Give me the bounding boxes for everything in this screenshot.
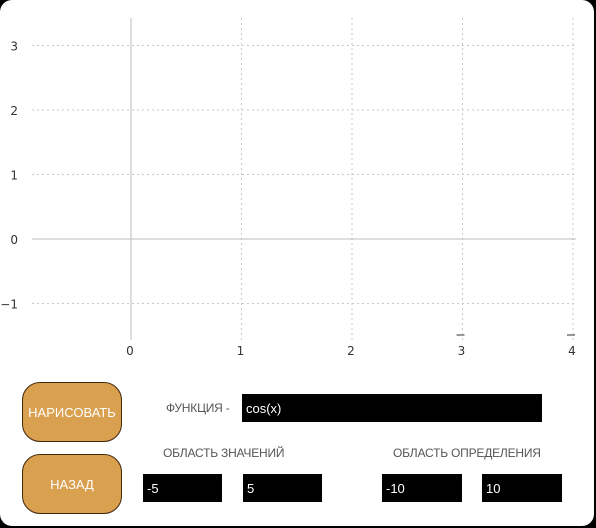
draw-button[interactable]: НАРИСОВАТЬ — [22, 382, 122, 442]
y-tick-label: 1 — [10, 169, 18, 183]
x-tick-label: 4 — [568, 344, 576, 358]
y-tick-label: 3 — [10, 40, 18, 54]
function-label: ФУНКЦИЯ - — [166, 401, 230, 415]
back-button[interactable]: НАЗАД — [22, 454, 122, 514]
app-window: 3 2 1 0 −1 01234 НАРИСОВАТЬ НАЗАД ФУНКЦИЯ - … — [0, 0, 594, 526]
y-tick-label: 2 — [10, 104, 18, 118]
plot-area: 3 2 1 0 −1 0 1 2 3 4 — [0, 18, 576, 358]
x-axis-labels: 0 1 2 3 4 — [126, 344, 576, 358]
axes — [32, 18, 576, 340]
domain-max-input[interactable] — [482, 474, 562, 502]
grid — [32, 18, 576, 340]
domain-label: ОБЛАСТЬ ОПРЕДЕЛЕНИЯ — [393, 446, 541, 460]
x-tick-label: 0 — [126, 344, 134, 358]
range-max-input[interactable] — [243, 474, 322, 502]
y-tick-label: 0 — [10, 233, 18, 247]
y-axis-labels: 3 2 1 0 −1 — [0, 40, 18, 312]
range-label: ОБЛАСТЬ ЗНАЧЕНИЙ — [163, 446, 285, 460]
x-tick-label: 2 — [347, 344, 355, 358]
range-min-input[interactable] — [143, 474, 222, 502]
domain-min-input[interactable] — [382, 474, 462, 502]
y-tick-label: −1 — [0, 298, 18, 312]
function-input[interactable] — [242, 394, 542, 422]
x-tick-label: 3 — [458, 344, 466, 358]
x-tick-label: 1 — [237, 344, 245, 358]
